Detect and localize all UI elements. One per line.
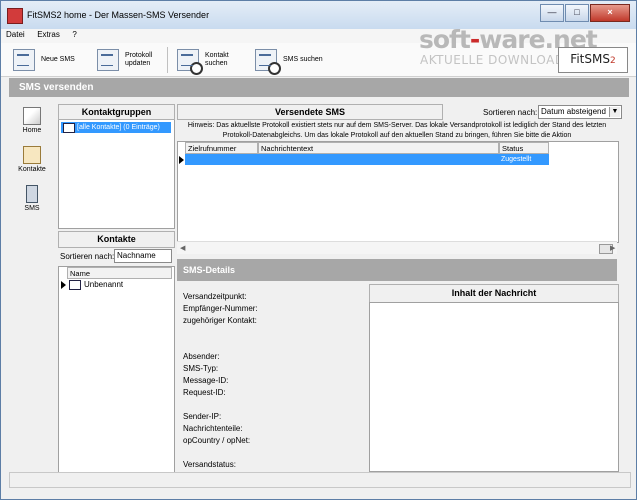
- window-title: FitSMS2 home - Der Massen-SMS Versender: [27, 10, 210, 20]
- app-icon: [7, 8, 23, 24]
- contacts-sort-label: Sortieren nach:: [60, 252, 115, 261]
- protocol-update-label: Protokoll updaten: [125, 52, 153, 67]
- field-sender-ip: Sender-IP:: [183, 412, 222, 421]
- menu-help[interactable]: ?: [67, 29, 81, 40]
- sms-search-label: SMS suchen: [283, 56, 323, 63]
- field-spacer: [183, 399, 258, 411]
- field-nachrichtenteile: Nachrichtenteile:: [183, 424, 243, 433]
- groups-header: Kontaktgruppen: [58, 104, 175, 120]
- sent-sort-select[interactable]: Datum absteigend ▼: [538, 105, 622, 119]
- sms-search-icon: [255, 49, 281, 75]
- contact-row[interactable]: Unbenannt: [84, 280, 123, 289]
- group-item-label: [alle Kontakte] (0 Einträge): [77, 124, 160, 131]
- scroll-left-icon[interactable]: ◀: [180, 244, 185, 252]
- nav-sms[interactable]: SMS: [13, 185, 51, 212]
- logo-text: FitSMS: [570, 52, 610, 66]
- sent-row-status: Zugestellt: [501, 156, 532, 163]
- contacts-sort-select[interactable]: Nachname: [114, 249, 172, 263]
- contacts-column-name[interactable]: Name: [67, 267, 172, 279]
- new-sms-icon: [13, 49, 35, 71]
- minimize-button[interactable]: —: [540, 4, 564, 22]
- menu-extras[interactable]: Extras: [32, 29, 65, 40]
- sms-icon: [26, 185, 38, 203]
- sms-search-button[interactable]: SMS suchen: [255, 47, 323, 75]
- menu-datei[interactable]: Datei: [1, 29, 30, 40]
- watermark-part-a: soft: [419, 25, 471, 54]
- contact-search-button[interactable]: Kontakt suchen: [177, 47, 245, 75]
- home-icon: [23, 107, 41, 125]
- close-button[interactable]: ×: [590, 4, 630, 22]
- watermark-dot: -: [469, 25, 480, 54]
- field-opcountry: opCountry / opNet:: [183, 436, 251, 445]
- hint-text: Hinweis: Das aktuellste Protokoll existi…: [187, 122, 607, 139]
- new-sms-label: Neue SMS: [41, 56, 75, 63]
- field-versandstatus: Versandstatus:: [183, 460, 236, 469]
- chevron-down-icon: ▼: [609, 107, 620, 117]
- message-content[interactable]: [369, 302, 619, 472]
- side-nav: Home Kontakte SMS: [13, 107, 51, 224]
- field-message-id: Message-ID:: [183, 376, 229, 385]
- scroll-right-icon[interactable]: ▶: [610, 244, 615, 252]
- sent-header: Versendete SMS: [177, 104, 443, 120]
- protocol-update-button[interactable]: Protokoll updaten: [97, 47, 165, 73]
- watermark-subtitle: AKTUELLE DOWNLOADS: [420, 53, 573, 67]
- field-absender: Absender:: [183, 352, 220, 361]
- group-icon: [63, 123, 75, 133]
- field-kontakt: zugehöriger Kontakt:: [183, 316, 257, 325]
- sent-sort-value: Datum absteigend: [541, 107, 606, 116]
- nav-home[interactable]: Home: [13, 107, 51, 134]
- sent-row[interactable]: Zugestellt: [185, 154, 549, 165]
- field-request-id: Request-ID:: [183, 388, 226, 397]
- nav-contacts-label: Kontakte: [18, 166, 46, 173]
- details-fields: Versandzeitpunkt: Empfänger-Nummer: zuge…: [183, 291, 258, 471]
- toolbar-separator: [167, 47, 168, 73]
- section-title: SMS versenden: [9, 78, 629, 97]
- content-header: Inhalt der Nachricht: [369, 284, 619, 303]
- col-nachrichtentext[interactable]: Nachrichtentext: [258, 142, 499, 154]
- field-empfaenger-nummer: Empfänger-Nummer:: [183, 304, 258, 313]
- field-spacer: [183, 327, 258, 339]
- col-status[interactable]: Status: [499, 142, 549, 154]
- field-sms-typ: SMS-Typ:: [183, 364, 219, 373]
- fitsms-logo: FitSMS2: [558, 47, 628, 73]
- status-bar: [9, 472, 631, 488]
- nav-contacts[interactable]: Kontakte: [13, 146, 51, 173]
- contacts-list: [58, 266, 175, 473]
- details-header: SMS-Details: [177, 259, 617, 281]
- row-indicator-icon: [179, 156, 184, 164]
- horizontal-scrollbar[interactable]: ◀ ▶: [177, 241, 617, 254]
- contact-card-icon: [69, 280, 81, 290]
- sent-sort-label: Sortieren nach:: [483, 108, 538, 117]
- nav-home-label: Home: [22, 127, 42, 134]
- group-item-all[interactable]: [alle Kontakte] (0 Einträge): [61, 122, 171, 133]
- contact-search-label: Kontakt suchen: [205, 52, 229, 67]
- app-window: FitSMS2 home - Der Massen-SMS Versender …: [0, 0, 637, 500]
- nav-sms-label: SMS: [24, 205, 40, 212]
- logo-suffix: 2: [609, 56, 616, 66]
- col-zielrufnummer[interactable]: Zielrufnummer: [185, 142, 258, 154]
- field-spacer: [183, 447, 258, 459]
- field-versandzeitpunkt: Versandzeitpunkt:: [183, 292, 247, 301]
- contacts-icon: [23, 146, 41, 164]
- contacts-header: Kontakte: [58, 231, 175, 248]
- protocol-update-icon: [97, 49, 119, 71]
- field-spacer: [183, 339, 258, 351]
- row-indicator-icon: [61, 281, 66, 289]
- contact-search-icon: [177, 49, 203, 75]
- new-sms-button[interactable]: Neue SMS: [13, 47, 81, 73]
- maximize-button[interactable]: □: [565, 4, 589, 22]
